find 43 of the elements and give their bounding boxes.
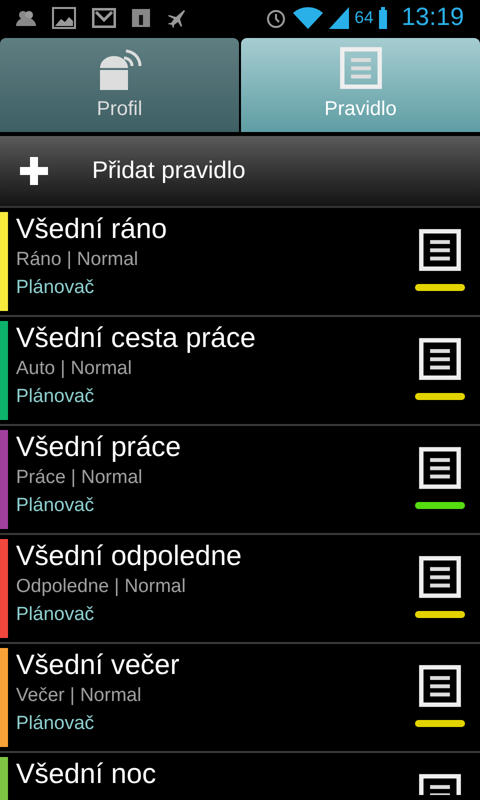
battery-level: 64 bbox=[354, 7, 374, 30]
list-icon bbox=[418, 228, 462, 272]
list-icon bbox=[418, 555, 462, 599]
rule-subtitle: Odpoledne | Normal bbox=[16, 575, 187, 599]
rule-subtitle: Ráno | Normal bbox=[16, 248, 140, 272]
rule-title: Všední odpoledne bbox=[16, 539, 243, 573]
list-icon bbox=[418, 773, 462, 795]
tab[interactable]: Profil bbox=[0, 38, 239, 132]
alarm-icon bbox=[264, 7, 287, 29]
robot-signal-icon bbox=[98, 48, 142, 90]
clock: 13:19 bbox=[401, 2, 464, 34]
list-icon bbox=[418, 446, 462, 490]
rule-title: Všední noc bbox=[16, 757, 158, 791]
wifi-icon bbox=[292, 7, 323, 29]
mail-icon bbox=[92, 8, 116, 28]
plus-icon bbox=[20, 157, 48, 185]
list-icon bbox=[418, 664, 462, 708]
list-icon bbox=[418, 337, 462, 381]
image-icon bbox=[52, 7, 76, 29]
rule-title: Všední cesta práce bbox=[16, 321, 257, 355]
rule-title: Všední ráno bbox=[16, 212, 168, 246]
rule-item[interactable]: Všední práce Práce | Normal Plánovač bbox=[0, 426, 480, 535]
rule-item[interactable]: Všední cesta práce Auto | Normal Plánovač bbox=[0, 317, 480, 426]
rule-title: Všední večer bbox=[16, 648, 180, 682]
rule-trigger: Plánovač bbox=[16, 385, 96, 409]
signal-icon bbox=[328, 7, 349, 29]
rule-trigger: Plánovač bbox=[16, 276, 96, 300]
list-icon bbox=[338, 46, 382, 90]
rule-item[interactable]: Všední noc bbox=[0, 753, 480, 800]
rule-trigger: Plánovač bbox=[16, 494, 96, 518]
rule-item[interactable]: Všední ráno Ráno | Normal Plánovač bbox=[0, 208, 480, 317]
rule-item[interactable]: Všední odpoledne Odpoledne | Normal Plánovač bbox=[0, 535, 480, 644]
rule-subtitle: Auto | Normal bbox=[16, 357, 133, 381]
rule-trigger: Plánovač bbox=[16, 712, 96, 736]
rule-item[interactable]: Všední večer Večer | Normal Plánovač bbox=[0, 644, 480, 753]
people-icon bbox=[16, 10, 36, 26]
rule-subtitle: Večer | Normal bbox=[16, 684, 142, 708]
rule-title: Všední práce bbox=[16, 430, 182, 464]
rule-trigger: Plánovač bbox=[16, 603, 96, 627]
rule-subtitle: Práce | Normal bbox=[16, 466, 144, 490]
add-rule-button[interactable]: Přidat pravidlo bbox=[0, 136, 480, 208]
airplane-icon bbox=[166, 8, 186, 28]
battery-icon bbox=[379, 7, 388, 29]
